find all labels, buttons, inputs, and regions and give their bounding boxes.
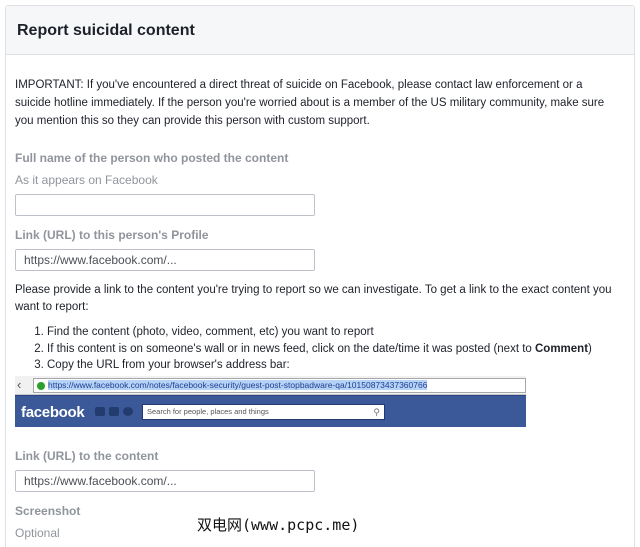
step-text-end: ) (588, 342, 592, 355)
address-bar: ‹ https://www.facebook.com/notes/faceboo… (15, 376, 526, 395)
messages-icon (109, 407, 119, 416)
full-name-hint: As it appears on Facebook (15, 173, 158, 187)
content-link-input[interactable] (15, 470, 315, 492)
full-name-label: Full name of the person who posted the c… (15, 151, 289, 165)
secure-lock-icon (37, 382, 45, 390)
facebook-top-bar: facebook Search for people, places and t… (15, 395, 526, 427)
back-arrow-icon: ‹ (17, 377, 22, 392)
watermark-text: 双电网(www.pcpc.me) (197, 516, 360, 534)
url-field: https://www.facebook.com/notes/facebook-… (33, 378, 526, 393)
list-item: Copy the URL from your browser's address… (47, 357, 620, 374)
search-box: Search for people, places and things ⚲ (142, 404, 385, 420)
example-browser-screenshot: ‹ https://www.facebook.com/notes/faceboo… (15, 376, 526, 427)
notifications-globe-icon (123, 407, 133, 416)
card-header: Report suicidal content (6, 6, 634, 55)
search-icon: ⚲ (373, 407, 380, 417)
facebook-logo: facebook (21, 404, 85, 421)
profile-link-input[interactable] (15, 249, 315, 271)
content-link-label: Link (URL) to the content (15, 449, 159, 463)
instruction-steps: Find the content (photo, video, comment,… (30, 324, 620, 374)
screenshot-optional-hint: Optional (15, 526, 60, 540)
instructions-intro: Please provide a link to the content you… (15, 284, 612, 313)
url-text: https://www.facebook.com/notes/facebook-… (48, 380, 428, 390)
list-item: If this content is on someone's wall or … (47, 341, 620, 358)
list-item: Find the content (photo, video, comment,… (47, 324, 620, 341)
form-body: IMPORTANT: If you've encountered a direc… (15, 76, 615, 130)
page-title: Report suicidal content (17, 22, 195, 39)
profile-link-label: Link (URL) to this person's Profile (15, 228, 209, 242)
search-placeholder: Search for people, places and things (147, 407, 269, 416)
step-bold-text: Comment (535, 342, 589, 355)
important-notice: IMPORTANT: If you've encountered a direc… (15, 79, 605, 127)
friend-requests-icon (95, 407, 105, 416)
step-text: If this content is on someone's wall or … (47, 342, 535, 355)
full-name-input[interactable] (15, 194, 315, 216)
screenshot-label: Screenshot (15, 504, 81, 518)
